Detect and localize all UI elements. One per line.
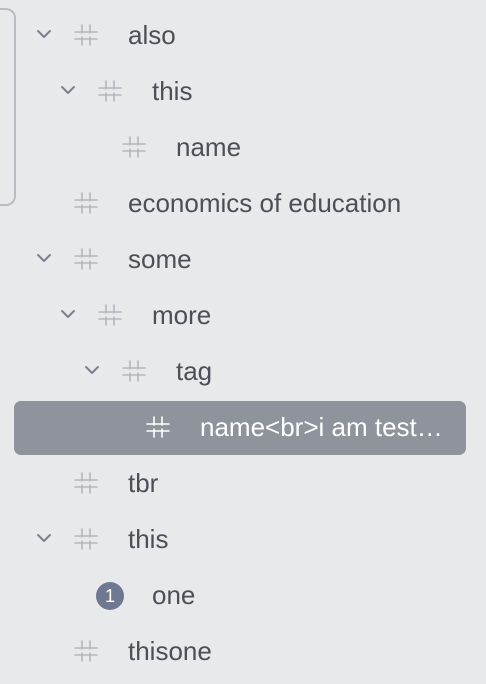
tree-item-label: this [152,76,193,106]
chevron-down-icon[interactable] [35,249,53,267]
tree-item-label: economics of education [128,188,402,218]
chevron-down-icon[interactable] [59,305,77,323]
tree-item-label: some [128,244,192,274]
tree-item-label: also [128,20,176,50]
tree-item-label: name<br>i am test… [200,412,443,442]
tree-item-tbr[interactable]: tbr [0,455,486,511]
tag-icon [74,639,98,663]
tree-item-label: one [152,580,196,610]
chevron-down-icon[interactable] [83,361,101,379]
tag-icon [74,23,98,47]
tree-item-label: tag [176,356,213,386]
tag-icon [146,415,170,439]
count-badge: 1 [96,582,124,610]
chevron-down-icon[interactable] [59,81,77,99]
tree-item-this[interactable]: this [0,511,486,567]
tree-item-label: tbr [128,468,159,498]
tag-icon [122,135,146,159]
tag-icon [122,359,146,383]
tag-icon [98,79,122,103]
tag-icon [74,247,98,271]
tree-item-this[interactable]: this [0,63,486,119]
chevron-down-icon[interactable] [35,529,53,547]
tree-item-some[interactable]: some [0,231,486,287]
tree-item-name[interactable]: name [0,119,486,175]
tree-item-name-br-i-am-test[interactable]: name<br>i am test… [0,399,486,455]
tree-item-economics-of-education[interactable]: economics of education [0,175,486,231]
chevron-down-icon[interactable] [35,25,53,43]
tree-item-label: more [152,300,212,330]
tag-icon [98,303,122,327]
tag-icon [74,527,98,551]
tree-item-one[interactable]: 1 one [0,567,486,623]
tree-item-label: this [128,524,169,554]
tag-icon [74,471,98,495]
tree-item-label: name [176,132,242,162]
tag-tree-panel: also this name economics of education some mo… [0,0,486,684]
tree-item-more[interactable]: more [0,287,486,343]
tree-item-thisone[interactable]: thisone [0,623,486,679]
tree-item-also[interactable]: also [0,7,486,63]
tree-item-label: thisone [128,636,212,666]
tag-icon [74,191,98,215]
tree-item-tag[interactable]: tag [0,343,486,399]
